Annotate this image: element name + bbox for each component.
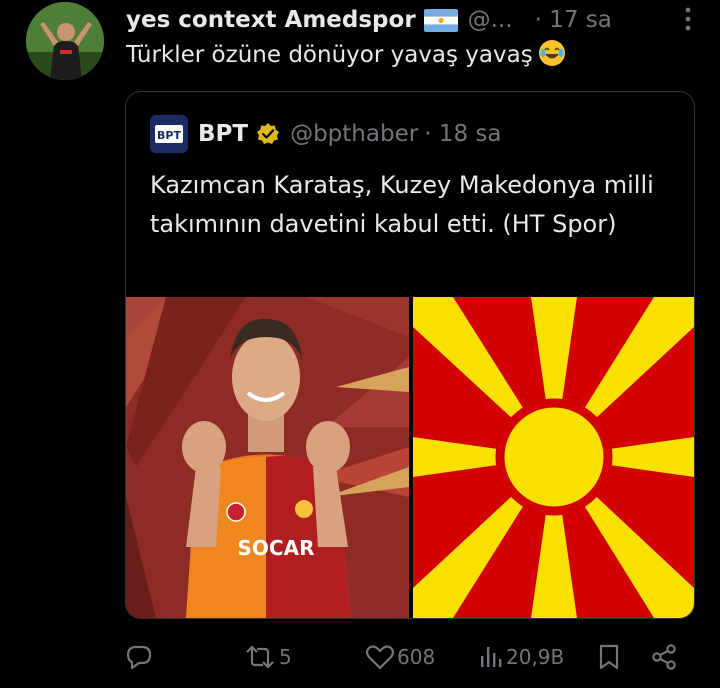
views-count: 20,9B: [506, 645, 565, 669]
bookmark-icon: [597, 643, 621, 671]
jersey-sponsor-text: SOCAR: [238, 536, 315, 560]
quoted-author-handle[interactable]: @bpthaber: [290, 121, 418, 147]
quoted-author-name[interactable]: BPT: [198, 121, 248, 147]
tweet-text: Türkler özüne dönüyor yavaş yavaş: [126, 40, 565, 68]
retweet-button[interactable]: 5: [243, 640, 292, 674]
author-avatar[interactable]: [26, 2, 104, 80]
quoted-tweet-card[interactable]: BPT BPT @bpthaber · 18 sa Kazımcan Karat…: [125, 91, 695, 619]
player-photo[interactable]: SOCAR: [126, 297, 409, 618]
tweet-action-bar: 5 608 20,9B: [125, 640, 695, 674]
like-button[interactable]: 608: [365, 640, 435, 674]
retweet-count: 5: [279, 645, 292, 669]
author-name[interactable]: yes context Amedspor: [126, 7, 416, 33]
retweet-icon: [243, 644, 277, 670]
tweet-time[interactable]: · 17 sa: [535, 7, 612, 33]
verified-badge-icon: [256, 122, 280, 146]
quoted-tweet-header: BPT BPT @bpthaber · 18 sa: [150, 115, 501, 153]
share-button[interactable]: [650, 640, 678, 674]
views-chart-icon: [478, 644, 504, 670]
like-count: 608: [397, 645, 436, 669]
quoted-tweet-text: Kazımcan Karataş, Kuzey Makedonya milli …: [150, 171, 654, 238]
reply-icon: [125, 644, 153, 670]
share-icon: [650, 643, 678, 671]
bpt-logo-text: BPT: [157, 129, 181, 142]
more-options-icon[interactable]: [684, 6, 692, 38]
heart-icon: [365, 644, 395, 670]
north-macedonia-flag-image[interactable]: [413, 297, 694, 618]
quoted-tweet-media[interactable]: SOCAR: [126, 297, 694, 618]
bpt-logo-icon[interactable]: BPT: [150, 115, 188, 153]
views-button[interactable]: 20,9B: [478, 640, 564, 674]
tweet-text-content: Türkler özüne dönüyor yavaş yavaş: [126, 42, 533, 68]
quoted-tweet-time[interactable]: · 18 sa: [424, 121, 501, 147]
bookmark-button[interactable]: [597, 640, 621, 674]
argentina-flag-icon: [423, 8, 458, 32]
tweet-header: yes context Amedspor @... · 17 sa: [126, 4, 696, 36]
laughing-tears-emoji-icon: [538, 40, 565, 66]
author-handle[interactable]: @...: [468, 7, 513, 33]
reply-button[interactable]: [125, 640, 153, 674]
